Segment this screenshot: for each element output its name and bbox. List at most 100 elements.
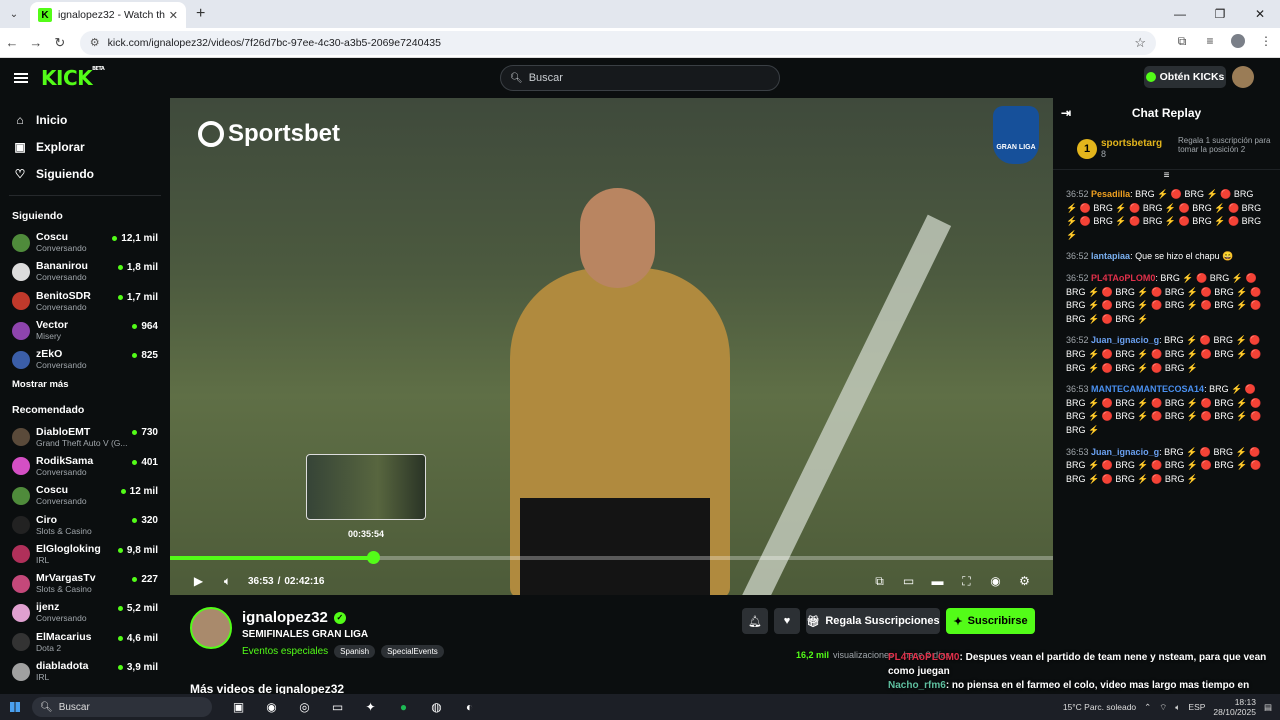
taskbar-search[interactable]: 🔍︎ Buscar: [32, 697, 212, 717]
reading-list-icon[interactable]: ≡: [1196, 34, 1224, 51]
chat-message: 36:53 MANTECAMANTECOSA14: BRG ⚡ 🔴 BRG ⚡ …: [1066, 383, 1267, 437]
channel-row[interactable]: Coscu Conversando 12 mil: [0, 481, 170, 510]
sportsbet-label: Sportsbet: [228, 120, 341, 147]
site-info-icon[interactable]: ⚙: [90, 36, 100, 49]
tab-search-icon[interactable]: ⌄: [4, 4, 24, 24]
kick-logo[interactable]: KICKBETA: [41, 66, 105, 90]
fullscreen-icon[interactable]: ⛶: [952, 574, 981, 589]
channel-row[interactable]: DiabloEMT Grand Theft Auto V (G... 730: [0, 422, 170, 451]
channel-row[interactable]: zEkO Conversando 825: [0, 345, 170, 374]
subscribe-button[interactable]: ✦ Suscribirse: [946, 608, 1035, 634]
bell-icon[interactable]: 🔔︎: [742, 608, 768, 634]
video-player[interactable]: Sportsbet GRAN LIGA 00:35:54 ▶ 🔈︎ 36:53 …: [170, 98, 1053, 595]
windows-start-icon[interactable]: [10, 702, 20, 712]
forward-icon[interactable]: →: [24, 35, 48, 50]
viewer-count-value: 1,7 mil: [126, 291, 158, 303]
message-user[interactable]: PL4TAoPLOM0: [1091, 273, 1155, 283]
collapse-chat-icon[interactable]: ⇥: [1061, 106, 1071, 120]
language-label[interactable]: ESP: [1188, 702, 1205, 712]
viewer-count-value: 9,8 mil: [126, 544, 158, 556]
live-dot-icon: [117, 265, 123, 271]
progress-bar[interactable]: [170, 551, 1053, 564]
show-more-link[interactable]: Mostrar más: [0, 374, 170, 392]
browser-tab[interactable]: K ignalopez32 - Watch the VOD o ✕: [30, 2, 186, 28]
bookmark-star-icon[interactable]: ☆: [1134, 35, 1146, 51]
viewer-count: 5,2 mil: [117, 603, 158, 614]
channel-row[interactable]: diabladota IRL 3,9 mil: [0, 657, 170, 686]
channel-name[interactable]: ignalopez32: [242, 609, 328, 626]
tag-chip[interactable]: Spanish: [334, 645, 376, 658]
pip-icon[interactable]: ⧉: [865, 574, 894, 589]
app-icon[interactable]: ◐: [453, 700, 486, 714]
tray-up-icon[interactable]: ⌃: [1144, 702, 1151, 713]
sidebar-item-explorar[interactable]: ▣ Explorar: [0, 133, 170, 160]
channel-avatar: [12, 262, 30, 281]
play-icon[interactable]: ▶: [184, 574, 213, 588]
back-icon[interactable]: ←: [0, 35, 24, 50]
wifi-icon[interactable]: ⌔: [1159, 702, 1167, 713]
channel-avatar: [12, 574, 30, 593]
browser-menu-icon[interactable]: ⋮: [1252, 34, 1280, 51]
tag-chip[interactable]: SpecialEvents: [381, 645, 444, 658]
live-dot-icon: [120, 489, 126, 495]
theater-icon[interactable]: ▬: [923, 574, 952, 589]
message-user[interactable]: Pesadilla: [1091, 189, 1130, 199]
weather-text[interactable]: 15°C Parc. soleado: [1063, 702, 1136, 712]
reload-icon[interactable]: ↻: [48, 35, 72, 51]
message-user[interactable]: MANTECAMANTECOSA14: [1091, 384, 1204, 394]
channel-row[interactable]: BenitoSDR Conversando 1,7 mil: [0, 287, 170, 316]
channel-row[interactable]: MrVargasTv Slots & Casino 227: [0, 569, 170, 598]
profile-icon[interactable]: [1224, 34, 1252, 51]
get-kicks-button[interactable]: Obtén KICKs: [1144, 66, 1226, 88]
miniplayer-icon[interactable]: ▭: [894, 574, 923, 589]
url-field[interactable]: ⚙ kick.com/ignalopez32/videos/7f26d7bc-9…: [79, 30, 1157, 55]
close-tab-icon[interactable]: ✕: [169, 9, 178, 22]
search-input[interactable]: 🔍︎ Buscar: [500, 65, 780, 91]
channel-row[interactable]: Coscu Conversando 12,1 mil: [0, 228, 170, 257]
message-user[interactable]: Juan_ignacio_g: [1091, 335, 1159, 345]
channel-row[interactable]: RodikSama Conversando 401: [0, 452, 170, 481]
channel-row[interactable]: ElGlogloking IRL 9,8 mil: [0, 540, 170, 569]
task-view-icon[interactable]: ▣: [222, 700, 255, 714]
gift-prompt[interactable]: Regala 1 suscripción para tomar la posic…: [1178, 136, 1273, 154]
viewer-count: 825: [132, 350, 158, 361]
playback-speed-icon[interactable]: ◉: [981, 574, 1010, 589]
user-avatar[interactable]: [1232, 66, 1254, 88]
progress-knob[interactable]: [367, 551, 381, 564]
settings-gear-icon[interactable]: ⚙: [1010, 574, 1039, 589]
close-window-icon[interactable]: ✕: [1240, 0, 1280, 28]
file-explorer-icon[interactable]: ▭: [321, 700, 354, 714]
follow-heart-icon[interactable]: ♥: [774, 608, 800, 634]
address-bar: ← → ↻ ⚙ kick.com/ignalopez32/videos/7f26…: [0, 28, 1280, 58]
category-link[interactable]: Eventos especiales: [242, 646, 328, 657]
clock[interactable]: 18:13 28/10/2025: [1213, 697, 1256, 717]
gifter-name[interactable]: sportsbetarg: [1101, 138, 1162, 149]
chrome-icon[interactable]: ◍: [420, 700, 453, 714]
sidebar-item-siguiendo[interactable]: ♡ Siguiendo: [0, 160, 170, 187]
spotify-icon[interactable]: ●: [387, 700, 420, 714]
chat-title: Chat Replay: [1131, 106, 1202, 120]
channel-row[interactable]: ijenz Conversando 5,2 mil: [0, 598, 170, 627]
sidebar: ⌂ Inicio ▣ Explorar ♡ Siguiendo Siguiendo C…: [0, 98, 170, 694]
gift-subs-button[interactable]: 🎁︎ Regala Suscripciones: [806, 608, 940, 634]
sidebar-item-inicio[interactable]: ⌂ Inicio: [0, 106, 170, 133]
notifications-icon[interactable]: ▤: [1264, 702, 1272, 713]
scroll-chat-icon[interactable]: ≡: [1053, 170, 1280, 184]
channel-row[interactable]: Bananirou Conversando 1,8 mil: [0, 257, 170, 286]
message-user[interactable]: Juan_ignacio_g: [1091, 447, 1159, 457]
new-tab-icon[interactable]: +: [196, 5, 205, 23]
volume-icon[interactable]: 🔈︎: [213, 574, 242, 589]
channel-row[interactable]: Ciro Slots & Casino 320: [0, 510, 170, 539]
channel-row[interactable]: ElMacarius Dota 2 4,6 mil: [0, 628, 170, 657]
copilot-icon[interactable]: ✦: [354, 700, 387, 714]
channel-row[interactable]: Vector Misery 964: [0, 316, 170, 345]
obs-icon[interactable]: ◎: [288, 700, 321, 714]
restore-icon[interactable]: ❐: [1200, 0, 1240, 28]
message-user[interactable]: lantapiaa: [1091, 251, 1130, 261]
minimize-icon[interactable]: —: [1160, 0, 1200, 28]
menu-icon[interactable]: [14, 73, 28, 83]
discord-icon[interactable]: ◉: [255, 700, 288, 714]
extensions-icon[interactable]: ⧉: [1168, 34, 1196, 51]
volume-tray-icon[interactable]: 🔈︎: [1175, 702, 1180, 713]
channel-avatar[interactable]: [190, 607, 232, 649]
